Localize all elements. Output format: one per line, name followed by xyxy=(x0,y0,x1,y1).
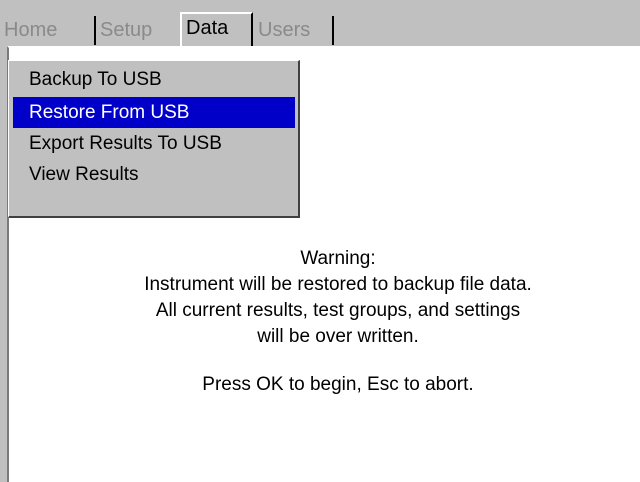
menu-item-view-results[interactable]: View Results xyxy=(13,159,295,190)
tab-setup[interactable]: Setup xyxy=(96,16,179,45)
tab-bar: Home Setup Data Users xyxy=(0,0,640,46)
tab-home[interactable]: Home xyxy=(0,16,96,45)
tab-users[interactable]: Users xyxy=(254,16,334,45)
menu-item-export-results-to-usb[interactable]: Export Results To USB xyxy=(13,128,295,159)
confirm-prompt: Press OK to begin, Esc to abort. xyxy=(202,374,474,395)
menu-item-backup-to-usb[interactable]: Backup To USB xyxy=(13,64,295,95)
tab-data[interactable]: Data xyxy=(180,12,253,46)
warning-line-3: will be over written. xyxy=(257,326,419,347)
restore-screen: Home Setup Data Users Backup To USB Rest… xyxy=(0,0,640,482)
menu-item-restore-from-usb[interactable]: Restore From USB xyxy=(13,97,295,128)
warning-line-1: Instrument will be restored to backup fi… xyxy=(144,274,532,295)
warning-message: Warning: Instrument will be restored to … xyxy=(48,246,628,398)
data-menu: Backup To USB Restore From USB Export Re… xyxy=(8,60,300,218)
panel-left-edge xyxy=(0,46,7,482)
warning-line-2: All current results, test groups, and se… xyxy=(155,300,521,321)
warning-title: Warning: xyxy=(300,248,376,269)
